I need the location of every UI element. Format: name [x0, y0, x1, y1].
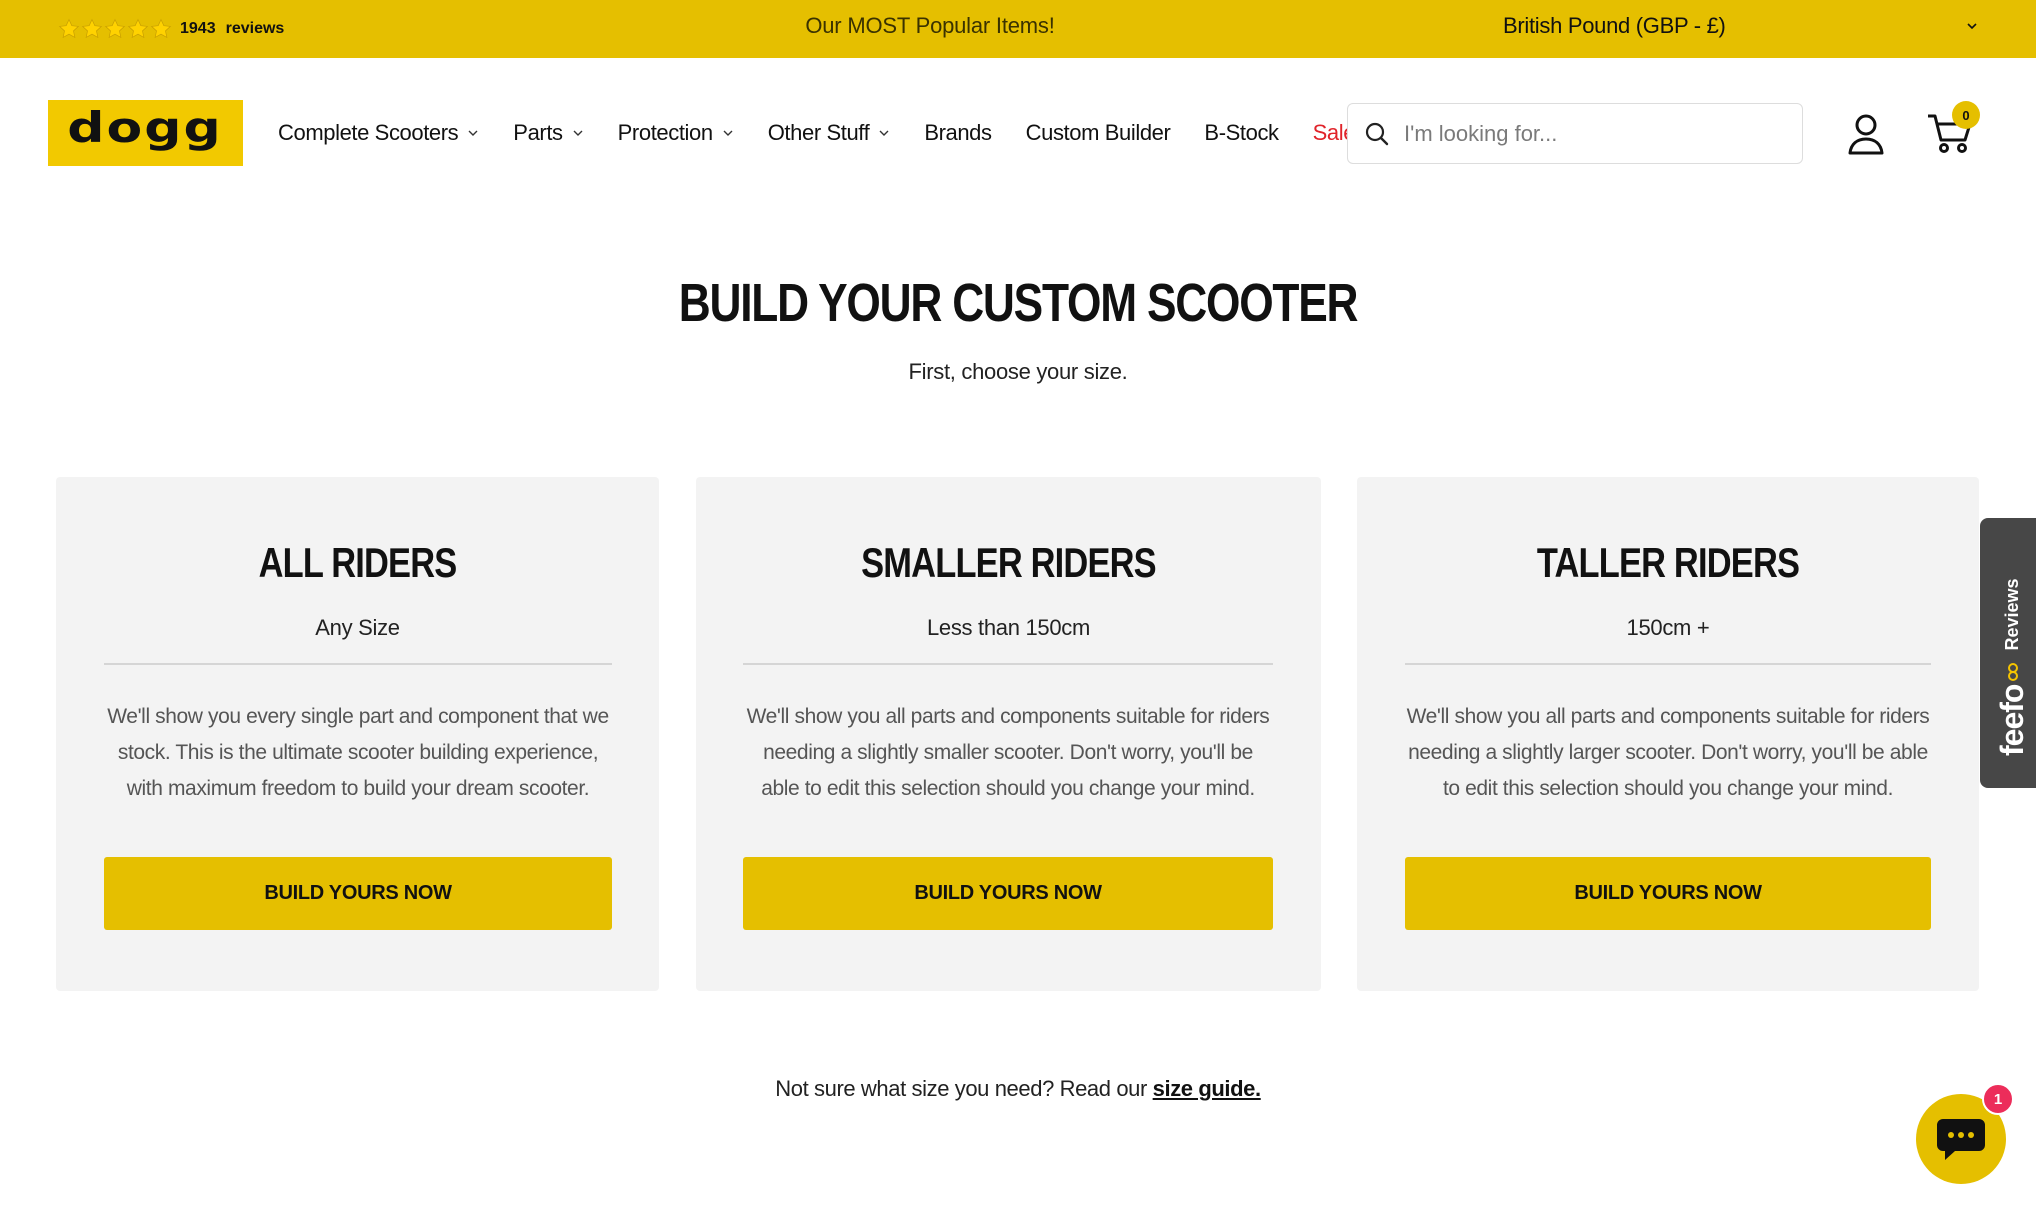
search-input[interactable]: [1404, 120, 1784, 147]
card-title: ALL RIDERS: [258, 539, 458, 586]
chevron-down-icon: [468, 130, 478, 136]
size-guide-note: Not sure what size you need? Read our si…: [0, 1076, 2036, 1102]
nav-label: Parts: [513, 120, 563, 145]
page-title: BUILD YOUR CUSTOM SCOOTER: [678, 273, 1359, 333]
card-description: We'll show you all parts and components …: [746, 705, 1270, 800]
dogg-logo: dogg: [53, 103, 238, 163]
size-card-taller-riders: TALLER RIDERS 150cm + We'll show you all…: [1357, 477, 1979, 991]
nav-label: Brands: [924, 120, 992, 145]
card-size: Any Size: [315, 615, 400, 640]
nav-custom-builder[interactable]: Custom Builder: [1026, 120, 1171, 146]
svg-text:dogg: dogg: [67, 104, 222, 153]
user-icon[interactable]: [1846, 112, 1886, 156]
nav-label: Complete Scooters: [278, 120, 459, 145]
card-title: SMALLER RIDERS: [861, 539, 1156, 586]
nav-label: B-Stock: [1204, 120, 1279, 145]
feefo-label: feefo Reviews: [1994, 579, 2031, 757]
card-description: We'll show you every single part and com…: [107, 705, 609, 800]
nav-complete-scooters[interactable]: Complete Scooters: [278, 120, 479, 146]
cart-count-badge: 0: [1952, 101, 1980, 129]
chevron-down-icon: [879, 130, 889, 136]
search-box[interactable]: [1347, 103, 1803, 164]
logo[interactable]: dogg: [48, 100, 243, 166]
chevron-down-icon: [723, 130, 733, 136]
build-yours-now-button[interactable]: BUILD YOURS NOW: [104, 857, 612, 930]
page-subtitle: First, choose your size.: [908, 359, 1128, 384]
size-card-all-riders: ALL RIDERS Any Size We'll show you every…: [56, 477, 659, 991]
feefo-dots-icon: [2007, 662, 2018, 681]
feefo-logo: feefo: [1994, 684, 2030, 756]
chevron-down-icon[interactable]: [1964, 18, 1980, 34]
build-yours-now-button[interactable]: BUILD YOURS NOW: [743, 857, 1273, 930]
currency-selector[interactable]: British Pound (GBP - £): [1503, 0, 1726, 52]
feefo-reviews-label: Reviews: [2002, 578, 2022, 651]
nav-brands[interactable]: Brands: [924, 120, 992, 146]
nav-label: Other Stuff: [767, 120, 870, 145]
size-guide-link[interactable]: size guide.: [1153, 1076, 1261, 1101]
card-size: 150cm +: [1626, 615, 1710, 640]
chat-bubble-icon: [1937, 1119, 1985, 1160]
size-card-smaller-riders: SMALLER RIDERS Less than 150cm We'll sho…: [696, 477, 1321, 991]
nav-label: Custom Builder: [1025, 120, 1171, 145]
card-description: We'll show you all parts and components …: [1406, 705, 1930, 800]
nav-label: Protection: [617, 120, 713, 145]
card-divider: [743, 663, 1273, 665]
size-guide-text: Not sure what size you need? Read our: [775, 1076, 1153, 1101]
chevron-down-icon: [573, 130, 583, 136]
card-divider: [104, 663, 612, 665]
nav-protection[interactable]: Protection: [618, 120, 734, 146]
announcement-bar: 1943 reviews Our MOST Popular Items! Bri…: [0, 0, 2036, 58]
card-size: Less than 150cm: [926, 615, 1091, 640]
nav-other-stuff[interactable]: Other Stuff: [768, 120, 891, 146]
card-divider: [1405, 663, 1931, 665]
nav-b-stock[interactable]: B-Stock: [1204, 120, 1279, 146]
search-icon[interactable]: [1364, 121, 1390, 147]
nav-parts[interactable]: Parts: [513, 120, 583, 146]
feefo-reviews-tab[interactable]: feefo Reviews: [1980, 518, 2036, 788]
chat-notification-badge: 1: [1982, 1083, 2014, 1115]
main-nav: Complete Scooters Parts Protection Other…: [278, 113, 1389, 153]
build-yours-now-button[interactable]: BUILD YOURS NOW: [1405, 857, 1931, 930]
card-title: TALLER RIDERS: [1536, 539, 1800, 586]
